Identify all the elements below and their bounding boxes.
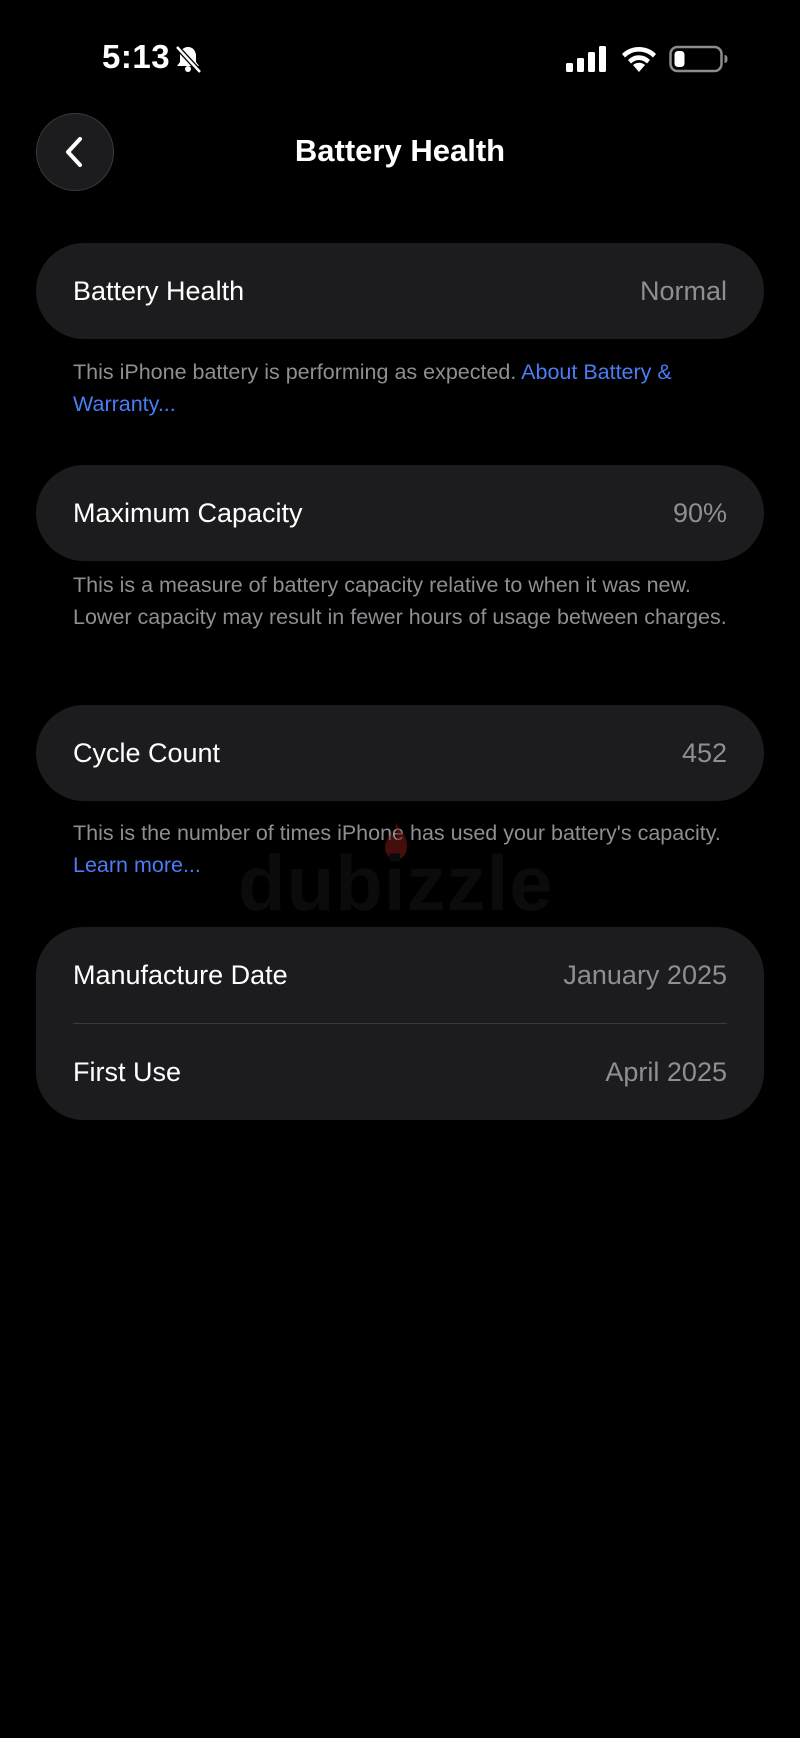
cellular-signal-icon [566, 46, 606, 72]
maximum-capacity-label: Maximum Capacity [73, 497, 303, 528]
cycle-count-label: Cycle Count [73, 737, 221, 768]
cycle-count-card: Cycle Count 452 [36, 705, 764, 801]
manufacture-date-label: Manufacture Date [73, 959, 288, 990]
wifi-icon [622, 46, 656, 72]
maximum-capacity-value: 90% [672, 497, 727, 528]
battery-health-footnote-text: This iPhone battery is performing as exp… [73, 360, 522, 384]
maximum-capacity-row: Maximum Capacity 90% [36, 465, 764, 561]
status-bar: 5:13 [0, 0, 800, 120]
first-use-value: April 2025 [605, 1056, 727, 1087]
bell-slash-icon [175, 45, 202, 74]
first-use-label: First Use [73, 1056, 181, 1087]
watermark-text: dubizzle [238, 839, 554, 927]
manufacture-date-row: Manufacture Date January 2025 [36, 927, 764, 1023]
maximum-capacity-footnote: This is a measure of battery capacity re… [73, 573, 727, 629]
maximum-capacity-card: Maximum Capacity 90% [36, 465, 764, 561]
learn-more-link[interactable]: Learn more... [73, 853, 201, 877]
battery-health-card: Battery Health Normal [36, 243, 764, 339]
battery-health-value: Normal [639, 275, 727, 306]
battery-health-footnote: This iPhone battery is performing as exp… [73, 356, 733, 420]
page-title: Battery Health [294, 133, 506, 168]
cycle-count-row: Cycle Count 452 [36, 705, 764, 801]
status-time: 5:13 [102, 38, 171, 75]
first-use-row: First Use April 2025 [36, 1024, 764, 1120]
battery-icon [669, 45, 728, 73]
dubizzle-watermark: dubizzle [238, 820, 568, 930]
battery-health-row: Battery Health Normal [36, 243, 764, 339]
battery-health-label: Battery Health [73, 275, 245, 306]
manufacture-date-value: January 2025 [563, 959, 727, 990]
dates-card: Manufacture Date January 2025 First Use … [36, 927, 764, 1120]
cycle-count-value: 452 [681, 737, 727, 768]
